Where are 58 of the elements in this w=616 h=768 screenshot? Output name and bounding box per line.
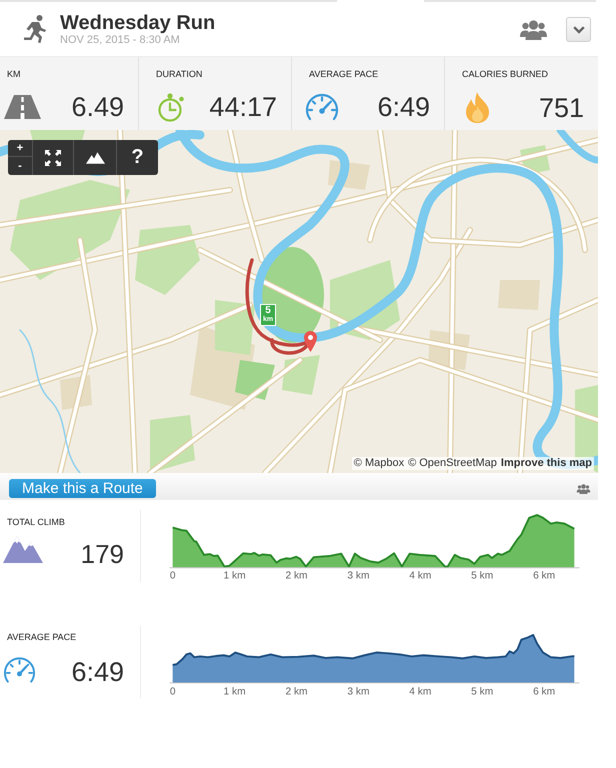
axis-label: 3 km xyxy=(347,686,370,698)
park xyxy=(235,360,275,400)
axis-label: 6 km xyxy=(533,686,556,698)
chart-value: 179 xyxy=(80,539,124,569)
map-pin-icon xyxy=(304,331,317,352)
axis-label: 1 km xyxy=(224,686,246,698)
axis-label: 0 xyxy=(170,686,176,698)
chevron-down-icon xyxy=(572,26,584,34)
chart-value: 6:49 xyxy=(71,657,124,687)
stat-label: AVERAGE PACE xyxy=(308,69,380,80)
stat-value: 44:17 xyxy=(209,92,277,122)
axis-label: 3 km xyxy=(347,570,370,582)
axis-label: 5 km xyxy=(471,570,494,582)
flame-icon xyxy=(465,92,490,123)
activity-date: NOV 25, 2015 - 8:30 AM xyxy=(60,34,181,47)
runner-icon xyxy=(22,15,47,43)
axis-label: 4 km xyxy=(409,686,432,698)
park xyxy=(135,225,200,295)
dropdown-button[interactable] xyxy=(566,17,591,42)
park xyxy=(215,300,255,355)
fullscreen-icon xyxy=(44,148,62,166)
stat-value: 751 xyxy=(538,92,584,122)
road-icon xyxy=(4,95,41,119)
stat-label: CALORIES BURNED xyxy=(461,69,550,80)
stat-label: KM xyxy=(6,69,22,80)
gauge-icon xyxy=(305,93,339,121)
city-block xyxy=(498,280,540,310)
stopwatch-icon xyxy=(157,92,185,122)
zoom-out-button[interactable]: - xyxy=(8,157,32,175)
gauge-icon xyxy=(3,656,36,684)
axis-label: 2 km xyxy=(285,570,308,582)
people-icon[interactable] xyxy=(520,20,547,40)
mountain-icon xyxy=(3,536,43,563)
axis-label: 2 km xyxy=(285,686,308,698)
mapbox-link[interactable]: © Mapbox xyxy=(354,457,404,470)
improve-map-link[interactable]: Improve this map xyxy=(500,457,592,470)
city-block xyxy=(60,375,92,410)
axis-label: 0 xyxy=(170,570,176,582)
stat-label: DURATION xyxy=(155,69,204,80)
help-button[interactable]: ? xyxy=(116,140,158,175)
park xyxy=(150,415,195,473)
axis-label: 1 km xyxy=(224,570,246,582)
stat-value: 6:49 xyxy=(377,92,430,122)
people-icon[interactable] xyxy=(575,484,592,494)
zoom-in-button[interactable]: + xyxy=(8,140,32,157)
axis-label: 6 km xyxy=(533,570,556,582)
openstreetmap-link[interactable]: © OpenStreetMap xyxy=(408,457,497,470)
mountain-icon xyxy=(86,152,104,164)
stat-value: 6.49 xyxy=(71,92,124,122)
park xyxy=(520,145,550,175)
city-block xyxy=(328,160,370,190)
city-block xyxy=(428,330,470,370)
park xyxy=(282,355,320,395)
axis-label: 4 km xyxy=(409,570,432,582)
axis-label: 5 km xyxy=(471,686,494,698)
chart-label: AVERAGE PACE xyxy=(6,632,78,643)
chart-label: TOTAL CLIMB xyxy=(6,517,66,528)
activity-title: Wednesday Run xyxy=(60,12,216,34)
